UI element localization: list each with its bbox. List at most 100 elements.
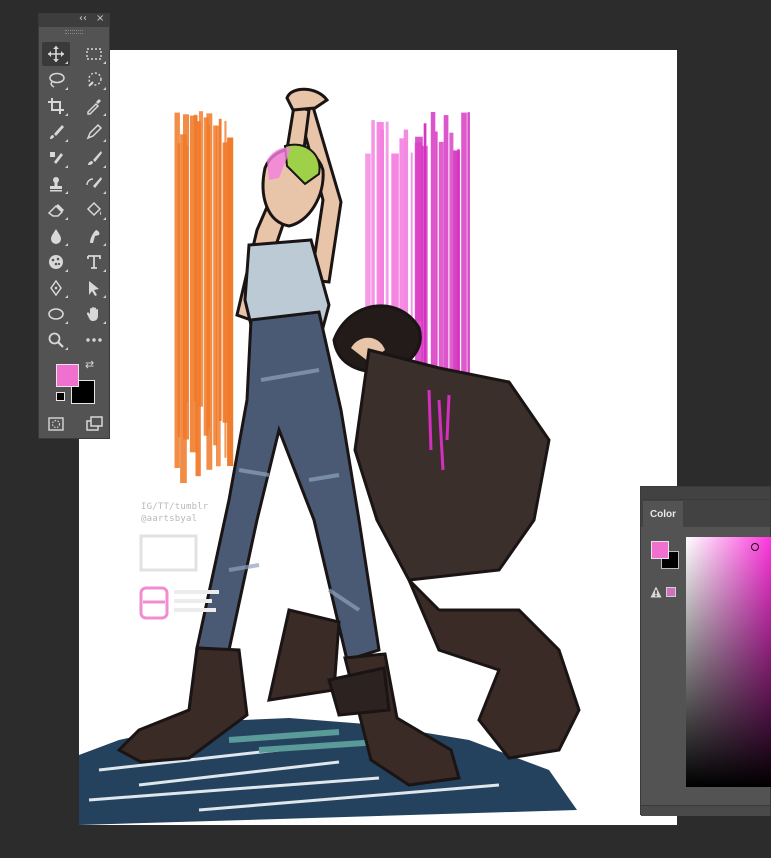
flyout-indicator-icon (65, 217, 68, 220)
quick-selection-icon (88, 72, 102, 87)
paint-streak (177, 143, 181, 437)
flyout-indicator-icon (103, 269, 106, 272)
quick-mask[interactable] (42, 412, 70, 436)
paint-streak (457, 149, 460, 398)
orange-streaks (174, 111, 234, 484)
paint-streak (198, 111, 203, 407)
warning-icon[interactable] (650, 586, 662, 598)
eyedropper-tool[interactable] (80, 94, 108, 118)
pen-icon (50, 279, 62, 297)
brush-icon (50, 125, 64, 139)
screen-mode-icon (86, 416, 103, 431)
path-selection-tool[interactable] (80, 276, 108, 300)
flyout-indicator-icon (103, 217, 106, 220)
flyout-indicator-icon (103, 295, 106, 298)
color-field[interactable] (686, 537, 771, 787)
paint-streak (365, 153, 371, 332)
watermark-line-2: @aartsbyal (141, 514, 198, 524)
paint-streak (207, 124, 210, 429)
arrow-icon (89, 281, 99, 296)
type-tool[interactable] (80, 250, 108, 274)
flyout-indicator-icon (65, 321, 68, 324)
paint-streak (435, 131, 438, 392)
flyout-indicator-icon (103, 165, 106, 168)
move-icon (48, 46, 64, 62)
paint-streak (467, 112, 470, 408)
color-panel-foreground-swatch[interactable] (651, 541, 669, 559)
history-brush-icon (86, 177, 102, 188)
screen-mode[interactable] (80, 412, 108, 436)
crop-tool[interactable] (42, 94, 70, 118)
stamp-tool[interactable] (42, 172, 70, 196)
lasso-tool[interactable] (42, 68, 70, 92)
smudge-tool[interactable] (80, 224, 108, 248)
more-tools[interactable] (80, 328, 108, 352)
paint-streak (380, 129, 384, 326)
pencil-icon (86, 123, 103, 140)
history-brush-tool[interactable] (80, 172, 108, 196)
paint-streak (461, 112, 467, 403)
flyout-indicator-icon (65, 295, 68, 298)
rectangular-marquee-tool[interactable] (80, 42, 108, 66)
paint-streak (399, 138, 404, 325)
paint-streak (218, 118, 222, 422)
flyout-indicator-icon (65, 347, 68, 350)
flyout-indicator-icon (103, 61, 106, 64)
flyout-indicator-icon (103, 113, 106, 116)
eraser-tool[interactable] (42, 198, 70, 222)
ellipse-tool[interactable] (42, 302, 70, 326)
artwork (79, 87, 581, 825)
flyout-indicator-icon (103, 139, 106, 142)
color-panel-resize-bar[interactable] (641, 805, 770, 816)
zoom-tool[interactable] (42, 328, 70, 352)
paint-bucket-tool[interactable] (80, 198, 108, 222)
quick-selection-tool[interactable] (80, 68, 108, 92)
collapse-icon[interactable]: ‹‹ (79, 13, 87, 24)
pencil-tool[interactable] (80, 120, 108, 144)
clone-stamp-tool[interactable] (42, 146, 70, 170)
color-panel-tabrow: Color (641, 487, 771, 527)
stamp-icon (50, 177, 62, 192)
flyout-indicator-icon (65, 139, 68, 142)
paint-bucket-icon (86, 201, 102, 217)
flyout-indicator-icon (103, 191, 106, 194)
sponge-tool[interactable] (42, 250, 70, 274)
flyout-indicator-icon (65, 113, 68, 116)
blur-tool[interactable] (42, 224, 70, 248)
watermark-text: IG/TT/tumblr @aartsbyal (141, 501, 208, 525)
sponge-icon (49, 255, 63, 269)
paint-streak (385, 121, 389, 337)
paint-streak (186, 145, 189, 403)
color-panel: Color (640, 486, 771, 816)
type-icon (87, 255, 101, 269)
tools-panel-titlebar[interactable]: ‹‹ × (39, 13, 109, 27)
tools-panel: ‹‹ × ⇄ (38, 13, 110, 439)
gamut-correction-swatch[interactable] (666, 587, 676, 597)
flyout-indicator-icon (65, 165, 68, 168)
eyedropper-icon (87, 99, 101, 115)
close-icon[interactable]: × (96, 13, 104, 24)
tab-color[interactable]: Color (643, 501, 683, 527)
eraser-icon (47, 204, 64, 217)
hand-tool[interactable] (80, 302, 108, 326)
ellipsis-icon (86, 338, 102, 342)
panel-grip[interactable] (39, 27, 109, 35)
clone-stamp-icon (50, 152, 63, 164)
swap-colors-icon[interactable]: ⇄ (85, 358, 94, 371)
ellipse-icon (48, 308, 64, 320)
crop-icon (48, 98, 64, 114)
flyout-indicator-icon (103, 243, 106, 246)
pen-tool[interactable] (42, 276, 70, 300)
move-tool[interactable] (42, 42, 70, 66)
smudge-icon (90, 230, 100, 243)
flyout-indicator-icon (65, 87, 68, 90)
color-picker-handle[interactable] (751, 543, 759, 551)
flyout-indicator-icon (65, 269, 68, 272)
brush-tool[interactable] (42, 120, 70, 144)
document-canvas[interactable]: IG/TT/tumblr @aartsbyal (79, 50, 677, 825)
watermark-line-1: IG/TT/tumblr (141, 502, 209, 512)
default-colors-icon[interactable] (56, 392, 65, 401)
mixer-brush-tool[interactable] (80, 146, 108, 170)
foreground-color-swatch[interactable] (56, 364, 79, 387)
paint-streak (224, 120, 227, 458)
